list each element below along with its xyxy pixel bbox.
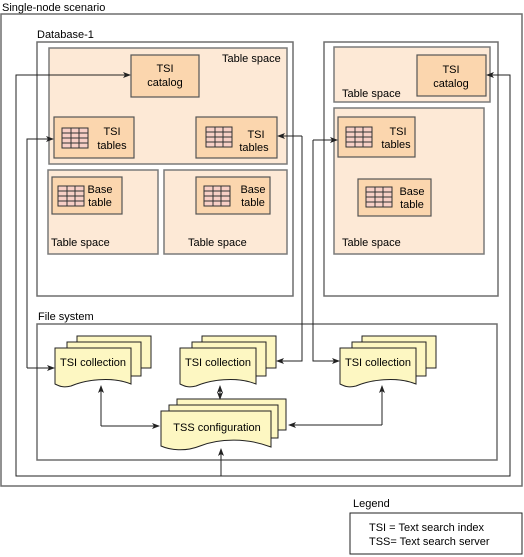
- table-icon: [205, 126, 233, 148]
- table-icon: [57, 185, 85, 207]
- scenario-title: Single-node scenario: [2, 2, 105, 14]
- table-space-right: Base table Table space: [163, 169, 288, 255]
- svg-text:Table space: Table space: [222, 53, 281, 65]
- svg-text:Table space: Table space: [188, 237, 247, 249]
- legend-label: Legend: [353, 498, 390, 510]
- svg-text:table: table: [400, 199, 424, 211]
- table-space-left: Base table Table space: [47, 169, 159, 255]
- svg-text:TSI: TSI: [103, 126, 120, 138]
- svg-text:Base: Base: [87, 184, 112, 196]
- svg-text:TSI: TSI: [156, 63, 173, 75]
- table-space-top: TSI catalog Table space: [333, 46, 491, 103]
- table-icon: [203, 185, 231, 207]
- svg-text:tables: tables: [97, 140, 127, 152]
- tsi-collection-2: TSI collection: [179, 335, 277, 388]
- svg-text:Table space: Table space: [342, 237, 401, 249]
- svg-text:TSI collection: TSI collection: [185, 357, 251, 369]
- svg-text:table: table: [88, 197, 112, 209]
- svg-text:TSI: TSI: [442, 64, 459, 76]
- svg-text:catalog: catalog: [147, 77, 182, 89]
- diagram: Single-node scenario Database-1 Table sp…: [0, 2, 523, 555]
- svg-text:TSI collection: TSI collection: [345, 357, 411, 369]
- table-icon: [345, 126, 373, 148]
- svg-text:TSS configuration: TSS configuration: [173, 422, 260, 434]
- svg-text:TSI collection: TSI collection: [60, 357, 126, 369]
- svg-text:catalog: catalog: [433, 78, 468, 90]
- tsi-collection-3: TSI collection: [339, 335, 437, 388]
- table-space-main: Table space TSI catalog TSI tables TSI t…: [48, 47, 288, 165]
- svg-text:Table space: Table space: [342, 88, 401, 100]
- tsi-catalog: TSI catalog: [130, 54, 200, 98]
- legend-entry: TSS= Text search server: [369, 536, 490, 548]
- tss-configuration: TSS configuration: [160, 398, 287, 451]
- tsi-collection-1: TSI collection: [54, 335, 152, 388]
- table-space-bottom: TSI tables Base table Table space: [333, 107, 485, 255]
- svg-text:Base: Base: [240, 184, 265, 196]
- svg-text:table: table: [241, 197, 265, 209]
- database1-label: Database-1: [37, 29, 94, 41]
- table-icon: [365, 186, 393, 208]
- svg-text:tables: tables: [381, 139, 411, 151]
- svg-text:TSI: TSI: [389, 126, 406, 138]
- tsi-tables-left: TSI tables: [53, 116, 135, 159]
- table-icon: [61, 127, 89, 149]
- svg-text:tables: tables: [239, 142, 269, 154]
- svg-text:TSI: TSI: [247, 129, 264, 141]
- file-system-label: File system: [38, 311, 94, 323]
- svg-text:Base: Base: [399, 186, 424, 198]
- svg-text:Table space: Table space: [51, 237, 110, 249]
- legend-entry: TSI = Text search index: [369, 522, 485, 534]
- tsi-tables-right: TSI tables: [195, 116, 278, 159]
